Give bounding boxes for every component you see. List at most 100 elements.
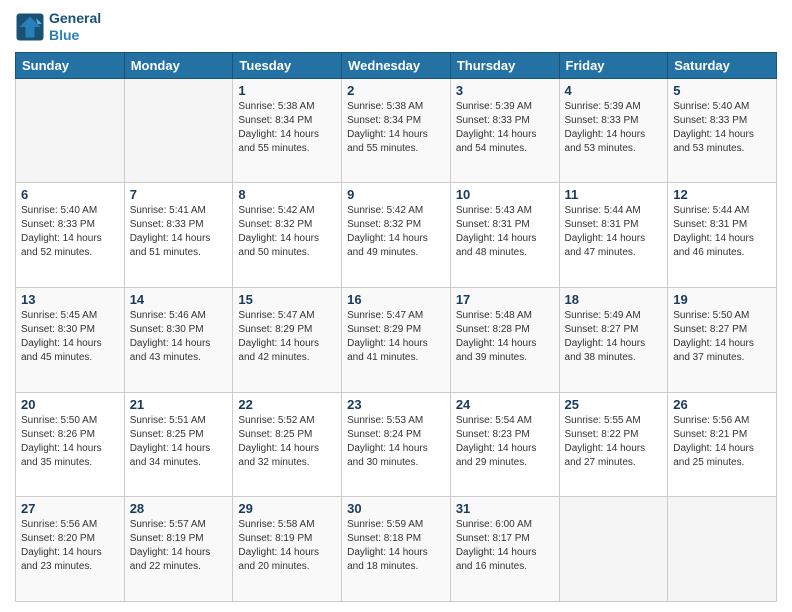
day-cell: 22 Sunrise: 5:52 AM Sunset: 8:25 PM Dayli… <box>233 392 342 497</box>
day-detail: Sunrise: 5:53 AM Sunset: 8:24 PM Dayligh… <box>347 414 445 470</box>
logo-icon <box>15 12 45 42</box>
day-number: 25 <box>565 397 663 412</box>
day-detail: Sunrise: 5:44 AM Sunset: 8:31 PM Dayligh… <box>673 204 771 260</box>
logo: General Blue <box>15 10 101 44</box>
day-number: 6 <box>21 187 119 202</box>
calendar: SundayMondayTuesdayWednesdayThursdayFrid… <box>15 52 777 602</box>
page: General Blue SundayMondayTuesdayWednesda… <box>0 0 792 612</box>
day-detail: Sunrise: 5:59 AM Sunset: 8:18 PM Dayligh… <box>347 518 445 574</box>
day-cell: 31Sunrise: 6:00 AM Sunset: 8:17 PM Dayli… <box>450 497 559 602</box>
day-number: 14 <box>130 292 228 307</box>
day-detail: Sunrise: 5:43 AM Sunset: 8:31 PM Dayligh… <box>456 204 554 260</box>
day-cell: 7 Sunrise: 5:41 AM Sunset: 8:33 PM Daylig… <box>124 183 233 288</box>
day-detail: Sunrise: 5:52 AM Sunset: 8:25 PM Dayligh… <box>238 414 336 470</box>
day-cell: 16Sunrise: 5:47 AM Sunset: 8:29 PM Dayli… <box>342 287 451 392</box>
day-number: 4 <box>565 83 663 98</box>
day-detail: Sunrise: 5:58 AM Sunset: 8:19 PM Dayligh… <box>238 518 336 574</box>
day-detail: Sunrise: 5:47 AM Sunset: 8:29 PM Dayligh… <box>347 309 445 365</box>
day-number: 20 <box>21 397 119 412</box>
day-cell: 21Sunrise: 5:51 AM Sunset: 8:25 PM Dayli… <box>124 392 233 497</box>
week-row-1: 1 Sunrise: 5:38 AM Sunset: 8:34 PM Daylig… <box>16 78 777 183</box>
day-cell: 30 Sunrise: 5:59 AM Sunset: 8:18 PM Dayli… <box>342 497 451 602</box>
day-cell: 6 Sunrise: 5:40 AM Sunset: 8:33 PM Daylig… <box>16 183 125 288</box>
day-cell: 8Sunrise: 5:42 AM Sunset: 8:32 PM Daylig… <box>233 183 342 288</box>
day-detail: Sunrise: 5:41 AM Sunset: 8:33 PM Dayligh… <box>130 204 228 260</box>
weekday-header-row: SundayMondayTuesdayWednesdayThursdayFrid… <box>16 52 777 78</box>
day-number: 5 <box>673 83 771 98</box>
day-detail: Sunrise: 5:48 AM Sunset: 8:28 PM Dayligh… <box>456 309 554 365</box>
day-cell: 13Sunrise: 5:45 AM Sunset: 8:30 PM Dayli… <box>16 287 125 392</box>
day-cell: 23 Sunrise: 5:53 AM Sunset: 8:24 PM Dayli… <box>342 392 451 497</box>
day-number: 7 <box>130 187 228 202</box>
day-cell: 20 Sunrise: 5:50 AM Sunset: 8:26 PM Dayli… <box>16 392 125 497</box>
day-detail: Sunrise: 5:39 AM Sunset: 8:33 PM Dayligh… <box>565 100 663 156</box>
day-detail: Sunrise: 5:42 AM Sunset: 8:32 PM Dayligh… <box>238 204 336 260</box>
day-cell: 11 Sunrise: 5:44 AM Sunset: 8:31 PM Dayli… <box>559 183 668 288</box>
day-number: 11 <box>565 187 663 202</box>
day-number: 19 <box>673 292 771 307</box>
day-detail: Sunrise: 5:39 AM Sunset: 8:33 PM Dayligh… <box>456 100 554 156</box>
day-detail: Sunrise: 5:49 AM Sunset: 8:27 PM Dayligh… <box>565 309 663 365</box>
day-cell: 9Sunrise: 5:42 AM Sunset: 8:32 PM Daylig… <box>342 183 451 288</box>
weekday-header-wednesday: Wednesday <box>342 52 451 78</box>
day-number: 23 <box>347 397 445 412</box>
day-detail: Sunrise: 5:55 AM Sunset: 8:22 PM Dayligh… <box>565 414 663 470</box>
day-detail: Sunrise: 5:46 AM Sunset: 8:30 PM Dayligh… <box>130 309 228 365</box>
day-cell: 29Sunrise: 5:58 AM Sunset: 8:19 PM Dayli… <box>233 497 342 602</box>
calendar-body: 1 Sunrise: 5:38 AM Sunset: 8:34 PM Daylig… <box>16 78 777 601</box>
week-row-4: 20 Sunrise: 5:50 AM Sunset: 8:26 PM Dayli… <box>16 392 777 497</box>
day-cell: 15 Sunrise: 5:47 AM Sunset: 8:29 PM Dayli… <box>233 287 342 392</box>
day-cell: 5 Sunrise: 5:40 AM Sunset: 8:33 PM Daylig… <box>668 78 777 183</box>
day-cell: 17Sunrise: 5:48 AM Sunset: 8:28 PM Dayli… <box>450 287 559 392</box>
day-cell <box>124 78 233 183</box>
weekday-header-saturday: Saturday <box>668 52 777 78</box>
day-cell: 24 Sunrise: 5:54 AM Sunset: 8:23 PM Dayli… <box>450 392 559 497</box>
day-cell: 19 Sunrise: 5:50 AM Sunset: 8:27 PM Dayli… <box>668 287 777 392</box>
day-number: 2 <box>347 83 445 98</box>
day-number: 3 <box>456 83 554 98</box>
day-detail: Sunrise: 5:56 AM Sunset: 8:21 PM Dayligh… <box>673 414 771 470</box>
day-number: 24 <box>456 397 554 412</box>
week-row-5: 27 Sunrise: 5:56 AM Sunset: 8:20 PM Dayli… <box>16 497 777 602</box>
day-cell: 4 Sunrise: 5:39 AM Sunset: 8:33 PM Daylig… <box>559 78 668 183</box>
logo-text: General Blue <box>49 10 101 44</box>
day-cell <box>16 78 125 183</box>
day-detail: Sunrise: 5:40 AM Sunset: 8:33 PM Dayligh… <box>673 100 771 156</box>
day-cell: 26 Sunrise: 5:56 AM Sunset: 8:21 PM Dayli… <box>668 392 777 497</box>
day-cell: 18 Sunrise: 5:49 AM Sunset: 8:27 PM Dayli… <box>559 287 668 392</box>
day-cell: 2 Sunrise: 5:38 AM Sunset: 8:34 PM Daylig… <box>342 78 451 183</box>
day-number: 18 <box>565 292 663 307</box>
day-number: 21 <box>130 397 228 412</box>
day-cell: 1Sunrise: 5:38 AM Sunset: 8:34 PM Daylig… <box>233 78 342 183</box>
day-detail: Sunrise: 5:45 AM Sunset: 8:30 PM Dayligh… <box>21 309 119 365</box>
day-number: 1 <box>238 83 336 98</box>
day-detail: Sunrise: 5:50 AM Sunset: 8:27 PM Dayligh… <box>673 309 771 365</box>
day-number: 26 <box>673 397 771 412</box>
day-cell <box>668 497 777 602</box>
day-cell <box>559 497 668 602</box>
day-detail: Sunrise: 5:47 AM Sunset: 8:29 PM Dayligh… <box>238 309 336 365</box>
day-number: 22 <box>238 397 336 412</box>
day-detail: Sunrise: 6:00 AM Sunset: 8:17 PM Dayligh… <box>456 518 554 574</box>
day-detail: Sunrise: 5:40 AM Sunset: 8:33 PM Dayligh… <box>21 204 119 260</box>
day-cell: 28Sunrise: 5:57 AM Sunset: 8:19 PM Dayli… <box>124 497 233 602</box>
day-number: 15 <box>238 292 336 307</box>
weekday-header-tuesday: Tuesday <box>233 52 342 78</box>
day-detail: Sunrise: 5:42 AM Sunset: 8:32 PM Dayligh… <box>347 204 445 260</box>
weekday-header-monday: Monday <box>124 52 233 78</box>
day-detail: Sunrise: 5:54 AM Sunset: 8:23 PM Dayligh… <box>456 414 554 470</box>
day-cell: 25 Sunrise: 5:55 AM Sunset: 8:22 PM Dayli… <box>559 392 668 497</box>
week-row-3: 13Sunrise: 5:45 AM Sunset: 8:30 PM Dayli… <box>16 287 777 392</box>
day-cell: 12 Sunrise: 5:44 AM Sunset: 8:31 PM Dayli… <box>668 183 777 288</box>
day-number: 27 <box>21 501 119 516</box>
weekday-header-thursday: Thursday <box>450 52 559 78</box>
day-detail: Sunrise: 5:50 AM Sunset: 8:26 PM Dayligh… <box>21 414 119 470</box>
header: General Blue <box>15 10 777 44</box>
day-number: 12 <box>673 187 771 202</box>
day-detail: Sunrise: 5:38 AM Sunset: 8:34 PM Dayligh… <box>347 100 445 156</box>
day-number: 30 <box>347 501 445 516</box>
day-cell: 10Sunrise: 5:43 AM Sunset: 8:31 PM Dayli… <box>450 183 559 288</box>
day-cell: 14 Sunrise: 5:46 AM Sunset: 8:30 PM Dayli… <box>124 287 233 392</box>
day-detail: Sunrise: 5:44 AM Sunset: 8:31 PM Dayligh… <box>565 204 663 260</box>
day-detail: Sunrise: 5:56 AM Sunset: 8:20 PM Dayligh… <box>21 518 119 574</box>
